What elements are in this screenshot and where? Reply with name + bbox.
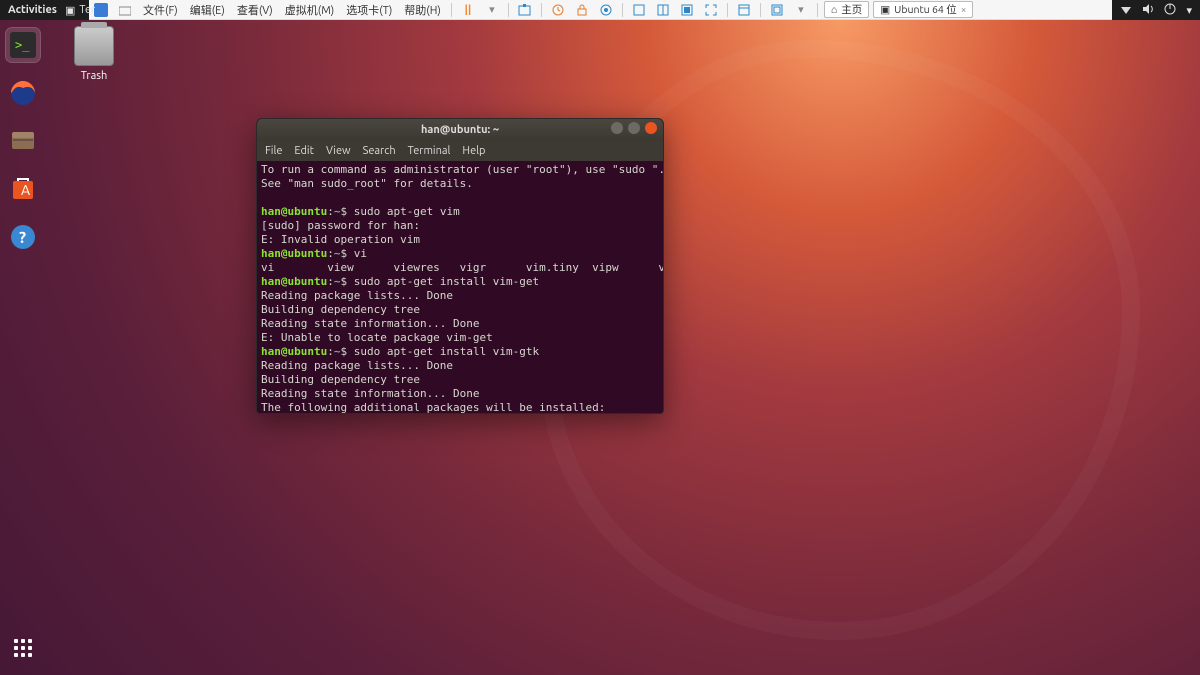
term-menu-help[interactable]: Help [462, 145, 485, 157]
menu-help[interactable]: 帮助(H) [404, 2, 441, 18]
separator [817, 3, 818, 17]
terminal-title-text: han@ubuntu: ~ [421, 124, 499, 136]
activities-button[interactable]: Activities [0, 4, 65, 16]
show-applications-button[interactable] [6, 631, 40, 665]
dropdown-icon[interactable]: ▾ [793, 2, 809, 18]
separator [541, 3, 542, 17]
desktop: >_ A ? Trash han@ubuntu: ~ [0, 20, 1200, 675]
running-app-indicator[interactable]: ▣ Ter [65, 4, 95, 17]
menu-view[interactable]: 查看(V) [237, 2, 273, 18]
view-fullscreen-icon[interactable] [703, 2, 719, 18]
window-maximize-button[interactable] [628, 122, 640, 134]
pause-icon[interactable]: || [460, 2, 476, 18]
vm-menubar: 文件(F) 编辑(E) 查看(V) 虚拟机(M) 选项卡(T) 帮助(H) ||… [89, 0, 1200, 20]
desktop-trash[interactable]: Trash [64, 26, 124, 82]
dock-software[interactable]: A [6, 172, 40, 206]
menu-vm[interactable]: 虚拟机(M) [285, 2, 335, 18]
separator [760, 3, 761, 17]
close-icon[interactable]: × [961, 4, 967, 15]
window-minimize-button[interactable] [611, 122, 623, 134]
view-library-icon[interactable] [769, 2, 785, 18]
monitor-icon: ▣ [880, 3, 890, 16]
separator [727, 3, 728, 17]
term-menu-view[interactable]: View [326, 145, 351, 157]
dock-help[interactable]: ? [6, 220, 40, 254]
chevron-down-icon[interactable]: ▾ [1186, 4, 1192, 17]
window-close-button[interactable] [645, 122, 657, 134]
term-menu-edit[interactable]: Edit [294, 145, 314, 157]
svg-text:A: A [21, 182, 30, 198]
terminal-body[interactable]: To run a command as administrator (user … [257, 161, 663, 413]
volume-icon[interactable] [1142, 3, 1154, 18]
tab-home[interactable]: ⌂ 主页 [824, 1, 869, 18]
terminal-window[interactable]: han@ubuntu: ~ File Edit View Search Term… [256, 118, 664, 414]
menu-tabs[interactable]: 选项卡(T) [346, 2, 392, 18]
tool-clock-icon[interactable] [550, 2, 566, 18]
tab-vm[interactable]: ▣ Ubuntu 64 位 × [873, 1, 973, 18]
separator [451, 3, 452, 17]
dropdown-icon[interactable]: ▾ [484, 2, 500, 18]
terminal-menubar: File Edit View Search Terminal Help [257, 141, 663, 161]
trash-label: Trash [64, 70, 124, 82]
dock-firefox[interactable] [6, 76, 40, 110]
dock: >_ A ? [0, 22, 46, 675]
separator [508, 3, 509, 17]
trash-icon [74, 26, 114, 66]
tool-record-icon[interactable] [598, 2, 614, 18]
separator [622, 3, 623, 17]
network-icon[interactable] [1120, 3, 1132, 18]
tool-lock-icon[interactable] [574, 2, 590, 18]
power-icon[interactable] [1164, 3, 1176, 18]
terminal-icon: ▣ [65, 4, 75, 17]
view-unity-icon[interactable] [679, 2, 695, 18]
term-menu-file[interactable]: File [265, 145, 282, 157]
svg-text:>_: >_ [15, 38, 30, 52]
gnome-top-bar: Activities ▣ Ter [0, 0, 89, 20]
dock-terminal[interactable]: >_ [6, 28, 40, 62]
vm-tab-icon[interactable] [117, 2, 133, 18]
home-icon: ⌂ [831, 3, 837, 16]
menu-file[interactable]: 文件(F) [143, 2, 178, 18]
snapshot-icon[interactable] [517, 2, 533, 18]
dock-files[interactable] [6, 124, 40, 158]
terminal-titlebar[interactable]: han@ubuntu: ~ [257, 119, 663, 141]
menu-edit[interactable]: 编辑(E) [190, 2, 225, 18]
vm-app-icon [93, 2, 109, 18]
term-menu-search[interactable]: Search [363, 145, 396, 157]
term-menu-terminal[interactable]: Terminal [408, 145, 451, 157]
system-indicators[interactable]: ▾ [1112, 0, 1200, 20]
view-console-icon[interactable] [736, 2, 752, 18]
view-split-icon[interactable] [655, 2, 671, 18]
view-single-icon[interactable] [631, 2, 647, 18]
svg-text:?: ? [19, 229, 26, 247]
